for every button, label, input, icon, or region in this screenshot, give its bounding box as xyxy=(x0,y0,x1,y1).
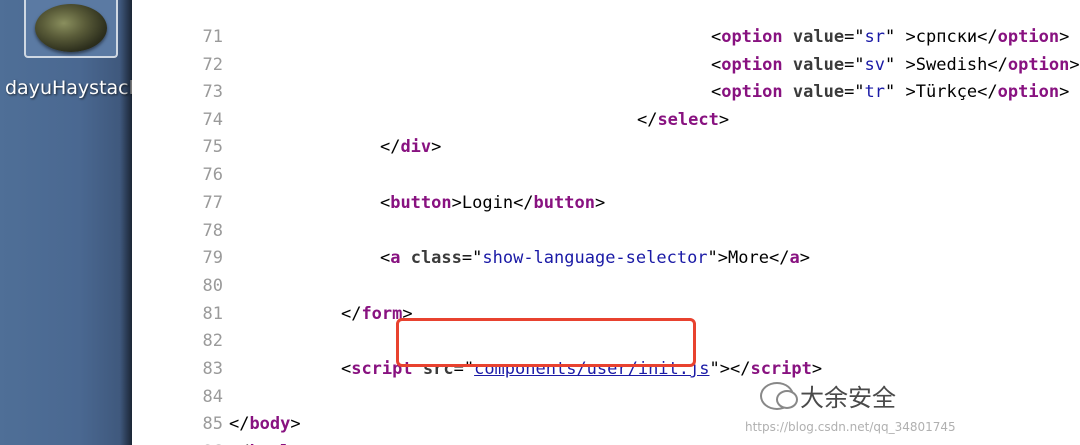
source-line: 77 <button>Login</button> xyxy=(132,161,605,213)
source-line: 81 </form> xyxy=(132,272,412,324)
source-line: 71 <option value="sr" >српски</option> xyxy=(132,0,1069,47)
window-shadow xyxy=(120,0,132,445)
annotation-highlight-box xyxy=(396,318,696,367)
source-line: 75 </div> xyxy=(132,105,441,157)
haystack-thumbnail xyxy=(35,4,107,52)
desktop-background: dayuHaystacl xyxy=(0,0,132,445)
watermark-url: https://blog.csdn.net/qq_34801745 xyxy=(745,420,956,434)
watermark-text: 大余安全 xyxy=(800,384,896,412)
source-line: 79 <a class="show-language-selector">More… xyxy=(132,216,810,268)
source-line: 85 </body> xyxy=(132,382,300,434)
wechat-icon xyxy=(760,381,798,410)
source-line: 73 <option value="tr" >Türkçe</option> xyxy=(132,50,1069,102)
haystack-icon[interactable] xyxy=(24,0,118,58)
source-line: 76 xyxy=(132,133,222,185)
source-line: 84 xyxy=(132,355,222,407)
source-line: 78 xyxy=(132,189,222,241)
line-number: 86 xyxy=(173,438,222,445)
watermark: 大余安全 xyxy=(760,378,896,413)
source-line: 74 </select> xyxy=(132,78,729,130)
view-source-pane[interactable]: 71 <option value="sr" >српски</option> 72… xyxy=(132,0,1080,445)
desktop-icon-label[interactable]: dayuHaystacl xyxy=(5,77,132,99)
source-line: 86</html> xyxy=(132,410,300,445)
source-line: 80 xyxy=(132,244,222,296)
source-line: 72 <option value="sv" >Swedish</option> xyxy=(132,23,1079,75)
source-line: 82 xyxy=(132,299,222,351)
